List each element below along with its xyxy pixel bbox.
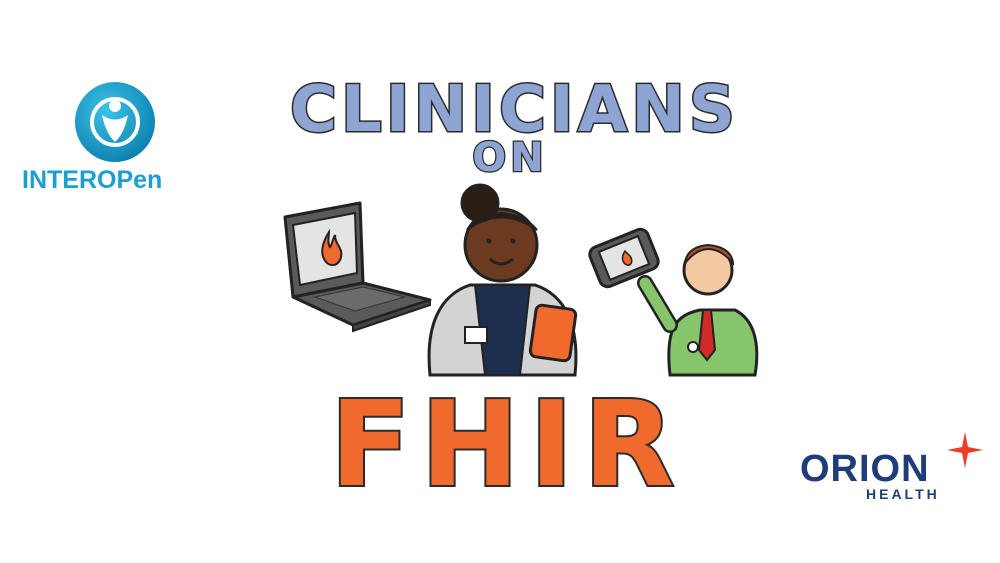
interopen-wordmark: INTEROPen [22, 166, 163, 194]
title-clinicians: CLINICIANS [289, 73, 739, 147]
title-fhir: FHIR [328, 375, 685, 513]
nurse-with-tablet [427, 183, 578, 377]
title-on: ON [471, 135, 548, 181]
orion-subtext: HEALTH [866, 486, 940, 502]
interopen-logo: INTEROPen [12, 82, 212, 202]
orion-wordmark: ORION [800, 448, 930, 490]
laptop-fire-icon [283, 201, 432, 333]
illustration [283, 183, 759, 377]
doctor-with-tablet [588, 227, 759, 377]
orion-star-icon [947, 432, 983, 468]
